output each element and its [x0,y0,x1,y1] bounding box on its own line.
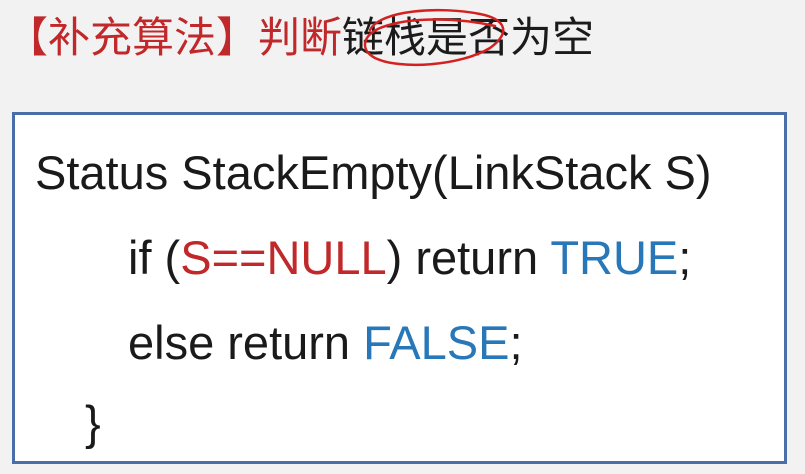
code-block: Status StackEmpty(LinkStack S) if (S==NU… [12,112,787,464]
return-keyword: ) return [386,231,551,284]
title-verb: 判断 [258,13,343,62]
semicolon: ; [678,231,692,284]
if-keyword: if ( [128,231,181,284]
title-rest: 链栈是否为空 [342,13,595,62]
false-value: FALSE [363,316,510,369]
code-line-close-brace: } [85,396,101,449]
slide-title: 【补充算法】判断链栈是否为空 [6,12,594,64]
true-value: TRUE [550,231,679,284]
semicolon: ; [509,316,523,369]
title-bracket-label: 【补充算法】 [6,13,259,62]
null-condition: S==NULL [180,231,387,284]
code-line-if: if (S==NULL) return TRUE; [128,230,691,286]
else-return-keyword: else return [128,316,364,369]
code-line-signature: Status StackEmpty(LinkStack S) [35,146,712,199]
code-line-else: else return FALSE; [128,315,523,371]
